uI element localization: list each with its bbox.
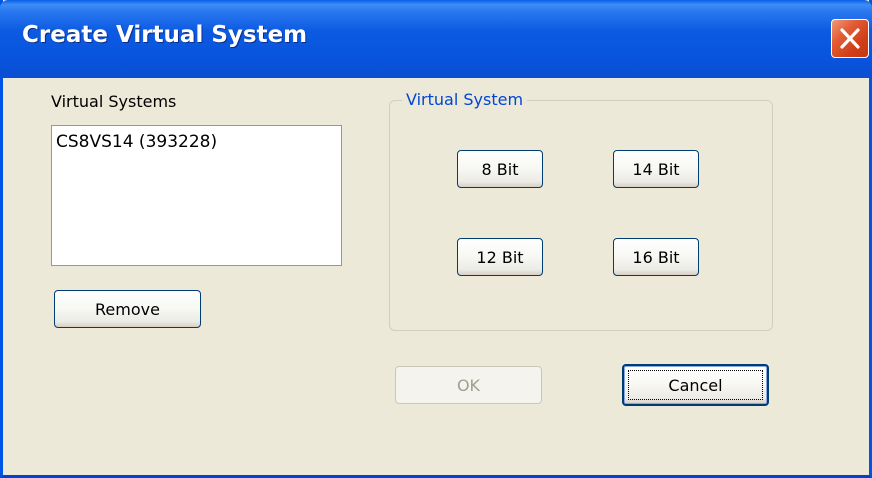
ok-button[interactable]: OK bbox=[395, 366, 542, 404]
8-bit-button[interactable]: 8 Bit bbox=[457, 150, 543, 188]
remove-button[interactable]: Remove bbox=[54, 290, 201, 328]
window-title: Create Virtual System bbox=[22, 22, 308, 48]
list-item[interactable]: CS8VS14 (393228) bbox=[56, 132, 217, 152]
16-bit-button[interactable]: 16 Bit bbox=[613, 238, 699, 276]
12-bit-button[interactable]: 12 Bit bbox=[457, 238, 543, 276]
virtual-system-groupbox: Virtual System bbox=[389, 90, 773, 331]
virtual-systems-label: Virtual Systems bbox=[51, 92, 177, 111]
virtual-systems-list[interactable]: CS8VS14 (393228) bbox=[51, 125, 342, 266]
close-icon bbox=[840, 28, 860, 49]
dialog-body: Virtual Systems CS8VS14 (393228) Remove … bbox=[3, 78, 869, 475]
close-button[interactable] bbox=[831, 19, 869, 58]
14-bit-button[interactable]: 14 Bit bbox=[613, 150, 699, 188]
focus-rectangle bbox=[628, 370, 763, 400]
title-bar[interactable]: Create Virtual System bbox=[0, 0, 872, 78]
cancel-button[interactable]: Cancel bbox=[622, 364, 769, 406]
dialog-window: Create Virtual System Virtual Systems CS… bbox=[0, 0, 872, 478]
virtual-system-group-label: Virtual System bbox=[402, 90, 528, 109]
